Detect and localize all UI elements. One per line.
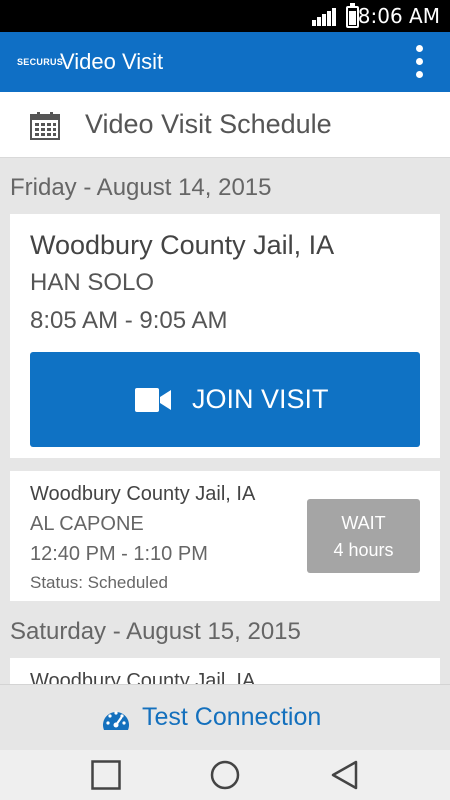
day-header: Saturday - August 15, 2015 — [10, 618, 301, 645]
overflow-menu-icon[interactable] — [414, 44, 424, 80]
status-time: 8:06 AM — [357, 4, 440, 28]
day-header: Friday - August 14, 2015 — [10, 174, 272, 201]
schedule-list[interactable]: Friday - August 14, 2015 Woodbury County… — [0, 158, 450, 684]
test-connection-bar: Test Connection — [0, 684, 450, 750]
signal-icon — [312, 8, 338, 26]
wait-label: WAIT — [341, 513, 386, 533]
visit-card: Woodbury County Jail, IA — [10, 658, 440, 684]
navigation-bar — [0, 750, 450, 800]
test-connection-label: Test Connection — [142, 703, 322, 731]
app-title: Video Visit — [60, 49, 164, 74]
visit-inmate: AL CAPONE — [30, 513, 144, 535]
visit-location: Woodbury County Jail, IA — [30, 670, 256, 684]
visit-location: Woodbury County Jail, IA — [30, 483, 256, 505]
visit-card: Woodbury County Jail, IA AL CAPONE 12:40… — [10, 471, 440, 601]
wait-time: 4 hours — [333, 540, 394, 560]
back-icon[interactable] — [330, 760, 360, 790]
visit-location: Woodbury County Jail, IA — [30, 230, 335, 260]
app-bar: SECURUS Video Visit — [0, 32, 450, 92]
join-visit-label: JOIN VISIT — [192, 384, 329, 414]
join-visit-button[interactable]: JOIN VISIT — [30, 352, 420, 447]
wait-button[interactable]: WAIT 4 hours — [307, 499, 420, 573]
gauge-icon — [103, 711, 129, 730]
recents-icon[interactable] — [91, 760, 121, 790]
visit-time: 8:05 AM - 9:05 AM — [30, 307, 228, 334]
calendar-icon — [30, 112, 60, 140]
visit-inmate: HAN SOLO — [30, 269, 155, 296]
visit-status: Status: Scheduled — [30, 573, 168, 592]
brand-logo: SECURUS — [17, 57, 64, 67]
status-bar: 8:06 AM — [0, 0, 450, 32]
visit-card: Woodbury County Jail, IA HAN SOLO 8:05 A… — [10, 214, 440, 458]
video-camera-icon — [135, 388, 171, 412]
page-header: Video Visit Schedule — [0, 92, 450, 158]
visit-time: 12:40 PM - 1:10 PM — [30, 543, 208, 565]
home-icon[interactable] — [210, 760, 240, 790]
page-title: Video Visit Schedule — [85, 109, 332, 139]
